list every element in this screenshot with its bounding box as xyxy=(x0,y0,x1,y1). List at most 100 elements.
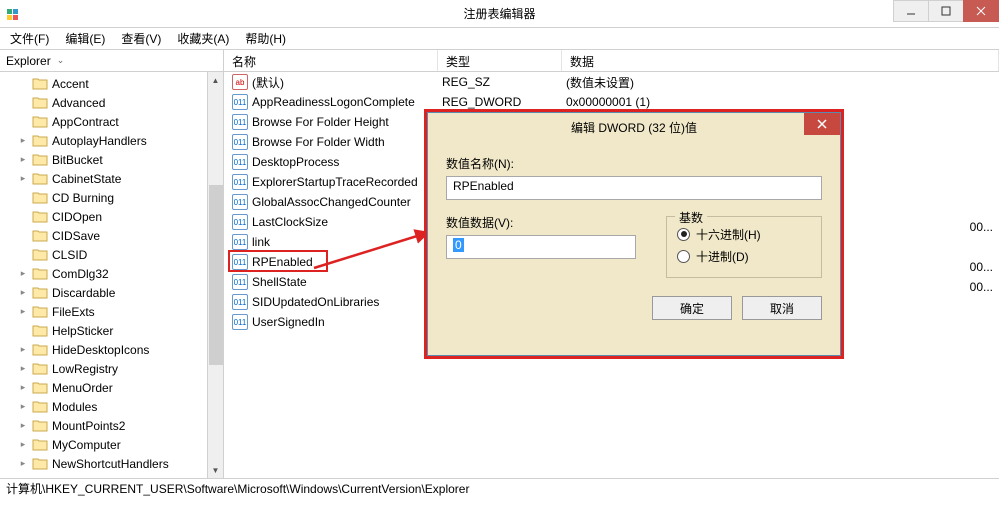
tree-item[interactable]: Accent xyxy=(0,74,223,93)
expand-icon[interactable]: ▸ xyxy=(18,382,28,393)
base-fieldset: 基数 十六进制(H) 十进制(D) xyxy=(666,216,822,278)
scroll-down-icon[interactable]: ▼ xyxy=(209,462,223,478)
tree-item[interactable]: ▸ LowRegistry xyxy=(0,359,223,378)
dialog-close-button[interactable] xyxy=(804,113,840,135)
tree-item[interactable]: CD Burning xyxy=(0,188,223,207)
folder-icon xyxy=(32,381,48,394)
expand-icon[interactable]: ▸ xyxy=(18,401,28,412)
dword-value-icon: 011 xyxy=(232,294,248,310)
folder-icon xyxy=(32,191,48,204)
tree-item[interactable]: ▸ MountPoints2 xyxy=(0,416,223,435)
tree-item[interactable]: HelpSticker xyxy=(0,321,223,340)
tree-item-label: NewShortcutHandlers xyxy=(52,457,169,471)
menu-edit[interactable]: 编辑(E) xyxy=(59,30,111,47)
expand-icon[interactable]: ▸ xyxy=(18,420,28,431)
tree-root[interactable]: Explorer ⌄ xyxy=(0,50,223,72)
tree-item[interactable]: ▸MyComputer xyxy=(0,435,223,454)
list-row[interactable]: 011AppReadinessLogonCompleteREG_DWORD0x0… xyxy=(224,92,999,112)
menu-help[interactable]: 帮助(H) xyxy=(239,30,292,47)
value-data-input[interactable]: 0 xyxy=(446,235,636,259)
tree-item[interactable]: ▸ MenuOrder xyxy=(0,378,223,397)
tree-item-label: MountPoints2 xyxy=(52,419,125,433)
expand-icon[interactable]: ▸ xyxy=(18,173,28,184)
col-data[interactable]: 数据 xyxy=(562,50,999,71)
tree-item[interactable]: AppContract xyxy=(0,112,223,131)
maximize-button[interactable] xyxy=(928,0,964,22)
tree-item-label: HelpSticker xyxy=(52,324,113,338)
tree-item[interactable]: ▸FileExts xyxy=(0,302,223,321)
title-bar: 注册表编辑器 xyxy=(0,0,999,28)
dialog-title-bar[interactable]: 编辑 DWORD (32 位)值 xyxy=(428,113,840,141)
dword-value-icon: 011 xyxy=(232,274,248,290)
ok-button[interactable]: 确定 xyxy=(652,296,732,320)
tree-item[interactable]: CIDSave xyxy=(0,226,223,245)
menu-file[interactable]: 文件(F) xyxy=(4,30,55,47)
tree-item-label: LowRegistry xyxy=(52,362,118,376)
expand-icon[interactable]: ▸ xyxy=(18,154,28,165)
expand-icon[interactable]: ▸ xyxy=(18,439,28,450)
value-name: DesktopProcess xyxy=(252,155,339,169)
folder-icon xyxy=(32,153,48,166)
dword-value-icon: 011 xyxy=(232,314,248,330)
expand-icon[interactable]: ▸ xyxy=(18,344,28,355)
expand-icon[interactable]: ▸ xyxy=(18,268,28,279)
tree-item[interactable]: ▸ NewShortcutHandlers xyxy=(0,454,223,473)
radio-hex[interactable]: 十六进制(H) xyxy=(677,223,811,245)
expand-icon[interactable]: ▸ xyxy=(18,287,28,298)
expand-icon[interactable]: ▸ xyxy=(18,458,28,469)
dword-value-icon: 011 xyxy=(232,234,248,250)
minimize-button[interactable] xyxy=(893,0,929,22)
tree-item-label: BitBucket xyxy=(52,153,103,167)
app-icon xyxy=(6,6,22,22)
tree-item[interactable]: Advanced xyxy=(0,93,223,112)
radio-icon xyxy=(677,250,690,263)
tree-item-label: Advanced xyxy=(52,96,105,110)
expand-icon[interactable]: ▸ xyxy=(18,135,28,146)
tree-item[interactable]: ▸ BitBucket xyxy=(0,150,223,169)
dword-value-icon: 011 xyxy=(232,114,248,130)
cancel-button[interactable]: 取消 xyxy=(742,296,822,320)
tree-item[interactable]: ▸ Discardable xyxy=(0,283,223,302)
value-type: REG_DWORD xyxy=(438,95,562,109)
tree-item-label: CD Burning xyxy=(52,191,114,205)
radio-dec-label: 十进制(D) xyxy=(696,248,749,265)
truncated-value: 00... xyxy=(970,260,993,274)
value-name: link xyxy=(252,235,270,249)
value-data: (数值未设置) xyxy=(562,74,999,91)
folder-icon xyxy=(32,419,48,432)
col-type[interactable]: 类型 xyxy=(438,50,562,71)
menu-view[interactable]: 查看(V) xyxy=(115,30,167,47)
dword-value-icon: 011 xyxy=(232,254,248,270)
tree-item[interactable]: ▸Modules xyxy=(0,397,223,416)
radio-dec[interactable]: 十进制(D) xyxy=(677,245,811,267)
list-row[interactable]: ab(默认)REG_SZ(数值未设置) xyxy=(224,72,999,92)
tree-scrollbar[interactable]: ▲ ▼ xyxy=(207,72,223,478)
value-name: ShellState xyxy=(252,275,307,289)
folder-icon xyxy=(32,267,48,280)
tree-item[interactable]: ▸ AutoplayHandlers xyxy=(0,131,223,150)
tree-item-label: Accent xyxy=(52,77,89,91)
tree-item[interactable]: ▸CabinetState xyxy=(0,169,223,188)
base-legend: 基数 xyxy=(675,209,707,226)
folder-icon xyxy=(32,248,48,261)
tree-root-label: Explorer xyxy=(6,54,51,68)
close-button[interactable] xyxy=(963,0,999,22)
expand-icon[interactable]: ▸ xyxy=(18,306,28,317)
tree-item-label: AutoplayHandlers xyxy=(52,134,147,148)
value-name-input[interactable]: RPEnabled xyxy=(446,176,822,200)
expand-icon[interactable]: ▸ xyxy=(18,363,28,374)
tree-item[interactable]: CIDOpen xyxy=(0,207,223,226)
value-data-label: 数值数据(V): xyxy=(446,214,636,231)
value-name: UserSignedIn xyxy=(252,315,325,329)
col-name[interactable]: 名称 xyxy=(224,50,438,71)
tree-item-label: MenuOrder xyxy=(52,381,113,395)
tree-item[interactable]: CLSID xyxy=(0,245,223,264)
radio-icon xyxy=(677,228,690,241)
tree-item[interactable]: ▸HideDesktopIcons xyxy=(0,340,223,359)
scroll-thumb[interactable] xyxy=(209,185,223,365)
scroll-up-icon[interactable]: ▲ xyxy=(209,72,223,88)
tree-item-label: Discardable xyxy=(52,286,115,300)
tree-item[interactable]: ▸ComDlg32 xyxy=(0,264,223,283)
menu-favorites[interactable]: 收藏夹(A) xyxy=(171,30,235,47)
tree-item-label: CLSID xyxy=(52,248,87,262)
